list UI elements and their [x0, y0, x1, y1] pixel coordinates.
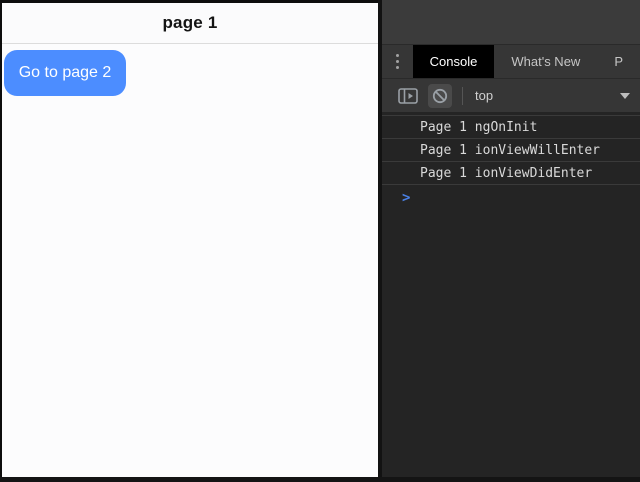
screen: page 1 Go to page 2 Console What's New P: [0, 0, 640, 482]
clear-console-button[interactable]: [428, 84, 452, 108]
console-input-prompt[interactable]: >: [382, 190, 640, 206]
app-header: page 1: [2, 3, 378, 44]
window-frame-left: [0, 0, 2, 477]
console-message: Page 1 ngOnInit: [382, 116, 640, 139]
devtools-panel: Console What's New P top: [382, 0, 640, 477]
console-sidebar-icon: [398, 88, 418, 104]
console-sidebar-toggle-button[interactable]: [396, 84, 420, 108]
toolbar-separator: [462, 87, 463, 105]
console-message: Page 1 ionViewDidEnter: [382, 162, 640, 185]
tab-whats-new[interactable]: What's New: [494, 45, 597, 78]
context-selector[interactable]: top: [475, 88, 493, 103]
devtools-tab-bar: Console What's New P: [382, 44, 640, 78]
page-title: page 1: [162, 13, 217, 33]
chevron-down-icon[interactable]: [620, 93, 630, 99]
window-frame-bottom: [0, 477, 640, 482]
kebab-menu-icon: [396, 54, 399, 69]
app-preview-panel: page 1 Go to page 2: [2, 3, 378, 477]
go-to-page-2-button[interactable]: Go to page 2: [4, 50, 126, 96]
console-output: Page 1 ngOnInit Page 1 ionViewWillEnter …: [382, 113, 640, 477]
tab-console[interactable]: Console: [413, 45, 495, 78]
devtools-top-area: [382, 0, 640, 44]
clear-console-icon: [432, 88, 448, 104]
console-message: Page 1 ionViewWillEnter: [382, 139, 640, 162]
window-frame-top: [0, 0, 382, 3]
tab-partial[interactable]: P: [597, 45, 640, 78]
more-options-button[interactable]: [382, 45, 413, 78]
console-toolbar: top: [382, 78, 640, 112]
